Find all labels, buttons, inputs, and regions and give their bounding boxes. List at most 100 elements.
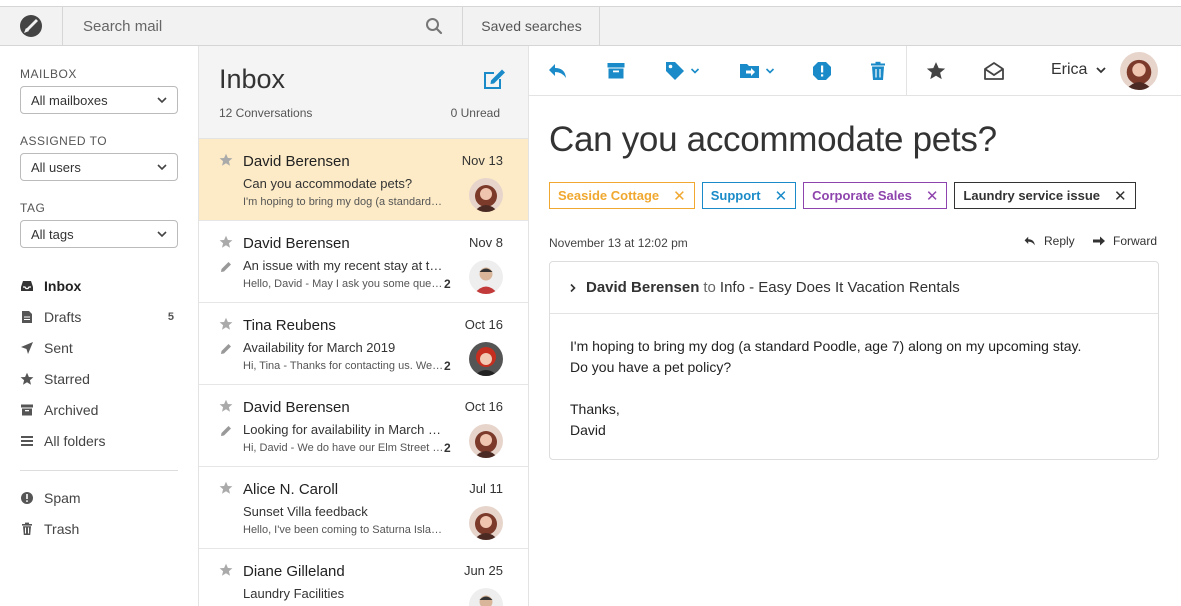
- close-icon[interactable]: ✕: [775, 187, 788, 205]
- sender-name: David Berensen: [586, 279, 699, 296]
- chevron-down-icon: [690, 66, 700, 76]
- sidebar-item-drafts[interactable]: Drafts 5: [20, 306, 178, 328]
- close-icon[interactable]: ✕: [1114, 187, 1127, 205]
- tag-button[interactable]: [664, 60, 700, 82]
- envelope-open-icon: [983, 61, 1005, 81]
- body-line: Do you have a pet policy?: [570, 359, 731, 375]
- search-box: [63, 7, 463, 45]
- forward-link[interactable]: Forward: [1092, 234, 1157, 248]
- thread-count: 2: [444, 441, 451, 455]
- star-icon[interactable]: [219, 317, 233, 331]
- delete-button[interactable]: [869, 60, 887, 82]
- trash-icon: [20, 522, 34, 536]
- sidebar-item-sent[interactable]: Sent: [20, 337, 178, 359]
- sidebar-item-all-folders[interactable]: All folders: [20, 430, 178, 452]
- message-date: Nov 13: [462, 153, 503, 168]
- list-item[interactable]: Diane Gilleland Jun 25 Laundry Facilitie…: [199, 549, 528, 606]
- avatar[interactable]: [1120, 52, 1158, 90]
- tag-label: Laundry service issue: [963, 188, 1100, 203]
- message-preview: Hi, Tina - Thanks for contacting us. We …: [243, 360, 444, 372]
- assigned-select[interactable]: All users: [20, 153, 178, 181]
- sender-name: Tina Reubens: [243, 317, 336, 334]
- compose-icon[interactable]: [480, 65, 508, 93]
- inbox-icon: [20, 279, 34, 293]
- tag-laundry-service-issue[interactable]: Laundry service issue ✕: [954, 182, 1135, 209]
- message-date: Oct 16: [465, 399, 503, 414]
- avatar: [469, 424, 503, 458]
- chevron-down-icon: [156, 94, 168, 106]
- move-to-folder-icon: [739, 61, 761, 81]
- star-icon[interactable]: [219, 481, 233, 495]
- message-preview: Hi, David - We do have our Elm Street co…: [243, 442, 444, 454]
- trash-icon: [869, 61, 887, 81]
- reply-icon: [547, 61, 569, 81]
- message-subject: Laundry Facilities: [243, 586, 448, 601]
- list-item[interactable]: David Berensen Oct 16 Looking for availa…: [199, 385, 528, 467]
- tag-label: Seaside Cottage: [558, 188, 659, 203]
- saved-searches-button[interactable]: Saved searches: [464, 7, 600, 45]
- close-icon[interactable]: ✕: [673, 187, 686, 205]
- list-item[interactable]: Tina Reubens Oct 16 Availability for Mar…: [199, 303, 528, 385]
- spam-button[interactable]: [812, 60, 832, 82]
- avatar: [469, 342, 503, 376]
- reply-button[interactable]: [547, 60, 569, 82]
- list-title: Inbox: [219, 64, 285, 95]
- app-logo[interactable]: [0, 7, 63, 45]
- sidebar-item-label: Sent: [44, 340, 73, 356]
- sidebar-item-starred[interactable]: Starred: [20, 368, 178, 390]
- message-preview: I'm hoping to bring my dog (a standard P…: [243, 196, 444, 208]
- avatar: [469, 178, 503, 212]
- sidebar-item-inbox[interactable]: Inbox: [20, 275, 178, 297]
- tag-seaside-cottage[interactable]: Seaside Cottage ✕: [549, 182, 695, 209]
- to-label: to: [703, 279, 716, 296]
- close-icon[interactable]: ✕: [926, 187, 939, 205]
- archive-icon: [606, 61, 626, 81]
- list-item[interactable]: David Berensen Nov 13 Can you accommodat…: [199, 139, 528, 221]
- message-body: I'm hoping to bring my dog (a standard P…: [570, 336, 1140, 462]
- list-item[interactable]: Alice N. Caroll Jul 11 Sunset Villa feed…: [199, 467, 528, 549]
- archive-button[interactable]: [606, 60, 626, 82]
- message-date: Nov 8: [469, 235, 503, 250]
- tag-support[interactable]: Support ✕: [702, 182, 796, 209]
- sidebar-item-label: Starred: [44, 371, 90, 387]
- search-input[interactable]: [63, 7, 423, 45]
- logo-icon: [19, 14, 43, 38]
- tag-corporate-sales[interactable]: Corporate Sales ✕: [803, 182, 947, 209]
- tag-label: Corporate Sales: [812, 188, 912, 203]
- message-subject: Availability for March 2019: [243, 340, 448, 355]
- assigned-label: ASSIGNED TO: [20, 134, 107, 148]
- reply-link[interactable]: Reply: [1023, 234, 1075, 248]
- star-icon[interactable]: [219, 153, 233, 167]
- star-icon[interactable]: [219, 235, 233, 249]
- tag-select[interactable]: All tags: [20, 220, 178, 248]
- search-icon[interactable]: [425, 17, 443, 35]
- toolbar-divider: [906, 46, 907, 96]
- chevron-right-icon: [568, 283, 578, 293]
- sidebar: MAILBOX All mailboxes ASSIGNED TO All us…: [0, 46, 199, 606]
- sidebar-item-trash[interactable]: Trash: [20, 518, 178, 540]
- signoff: Thanks,: [570, 401, 620, 417]
- star-icon[interactable]: [219, 399, 233, 413]
- star-icon: [20, 372, 34, 386]
- thread-count: 2: [444, 277, 451, 291]
- list-item[interactable]: David Berensen Nov 8 An issue with my re…: [199, 221, 528, 303]
- pencil-icon: [220, 261, 232, 273]
- chevron-down-icon: [1095, 64, 1107, 76]
- sidebar-item-spam[interactable]: Spam: [20, 487, 178, 509]
- star-icon[interactable]: [219, 563, 233, 577]
- move-button[interactable]: [739, 60, 775, 82]
- mark-unread-button[interactable]: [983, 60, 1005, 82]
- pencil-icon: [220, 425, 232, 437]
- sidebar-item-archived[interactable]: Archived: [20, 399, 178, 421]
- user-name: Erica: [1051, 61, 1087, 79]
- mailbox-select[interactable]: All mailboxes: [20, 86, 178, 114]
- message-preview: Hello, David - May I ask you some questi…: [243, 278, 444, 290]
- message-toolbar: Erica: [529, 46, 1181, 96]
- sent-icon: [20, 341, 34, 355]
- thread-count: 2: [444, 359, 451, 373]
- star-button[interactable]: [926, 60, 946, 82]
- message-subject: An issue with my recent stay at the cott…: [243, 258, 448, 273]
- message-header[interactable]: David Berensen to Info - Easy Does It Va…: [550, 262, 1158, 314]
- user-menu[interactable]: Erica: [1051, 61, 1107, 79]
- sidebar-item-label: Drafts: [44, 309, 81, 325]
